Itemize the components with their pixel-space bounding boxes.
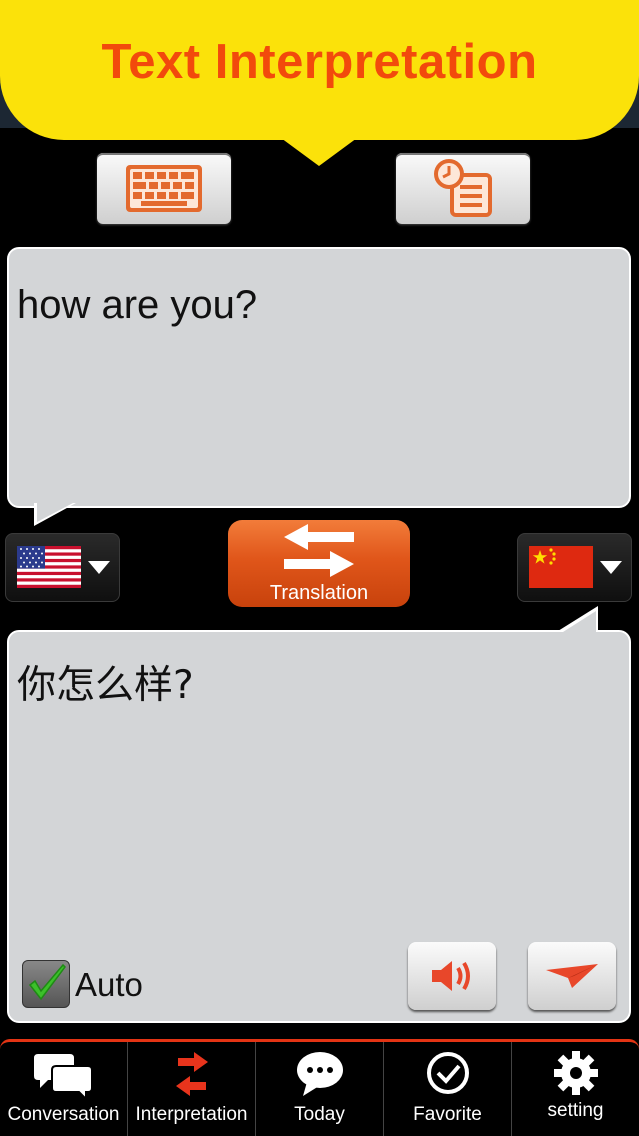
speak-button[interactable] bbox=[408, 942, 496, 1010]
checkmark-icon bbox=[28, 963, 66, 1001]
tab-conversation[interactable]: Conversation bbox=[0, 1042, 128, 1136]
source-language-selector[interactable] bbox=[5, 533, 120, 602]
tab-setting[interactable]: setting bbox=[512, 1042, 639, 1136]
keyboard-button[interactable] bbox=[97, 153, 231, 224]
tab-label: Today bbox=[294, 1104, 345, 1125]
source-box-tail-fill bbox=[37, 503, 73, 522]
translate-button-label: Translation bbox=[269, 582, 369, 604]
history-icon bbox=[434, 159, 492, 217]
chat-bubbles-icon bbox=[34, 1054, 93, 1100]
tab-label: setting bbox=[547, 1100, 604, 1121]
source-text: how are you? bbox=[17, 283, 258, 327]
auto-label: Auto bbox=[75, 966, 143, 1003]
target-box-tail-fill bbox=[563, 611, 596, 632]
us-flag-icon bbox=[17, 546, 81, 588]
target-text: 你怎么样? bbox=[17, 663, 194, 708]
check-circle-icon bbox=[427, 1052, 469, 1094]
tab-interpretation[interactable]: Interpretation bbox=[128, 1042, 256, 1136]
keyboard-icon bbox=[126, 165, 202, 212]
history-button[interactable] bbox=[396, 153, 530, 224]
tab-favorite[interactable]: Favorite bbox=[384, 1042, 512, 1136]
tab-today[interactable]: Today bbox=[256, 1042, 384, 1136]
speech-bubble-icon bbox=[297, 1052, 343, 1096]
speaker-icon bbox=[432, 961, 470, 991]
source-text-box[interactable]: how are you? bbox=[7, 247, 631, 508]
swap-arrows-icon bbox=[176, 1052, 208, 1096]
send-button[interactable] bbox=[528, 942, 616, 1010]
china-flag-icon bbox=[529, 546, 593, 588]
paper-plane-icon bbox=[546, 964, 598, 988]
chevron-down-icon bbox=[88, 561, 110, 574]
tab-label: Conversation bbox=[7, 1104, 120, 1125]
auto-checkbox[interactable] bbox=[22, 960, 70, 1008]
gear-icon bbox=[554, 1051, 598, 1095]
page-title: Text Interpretation bbox=[101, 35, 538, 89]
tab-label: Interpretation bbox=[135, 1104, 248, 1125]
translate-button[interactable]: Translation bbox=[228, 520, 410, 607]
target-language-selector[interactable] bbox=[517, 533, 632, 602]
tab-label: Favorite bbox=[413, 1104, 482, 1125]
banner-tail bbox=[281, 138, 357, 166]
title-banner: Text Interpretation bbox=[0, 0, 639, 140]
chevron-down-icon bbox=[600, 561, 622, 574]
swap-arrows-icon bbox=[284, 524, 354, 577]
